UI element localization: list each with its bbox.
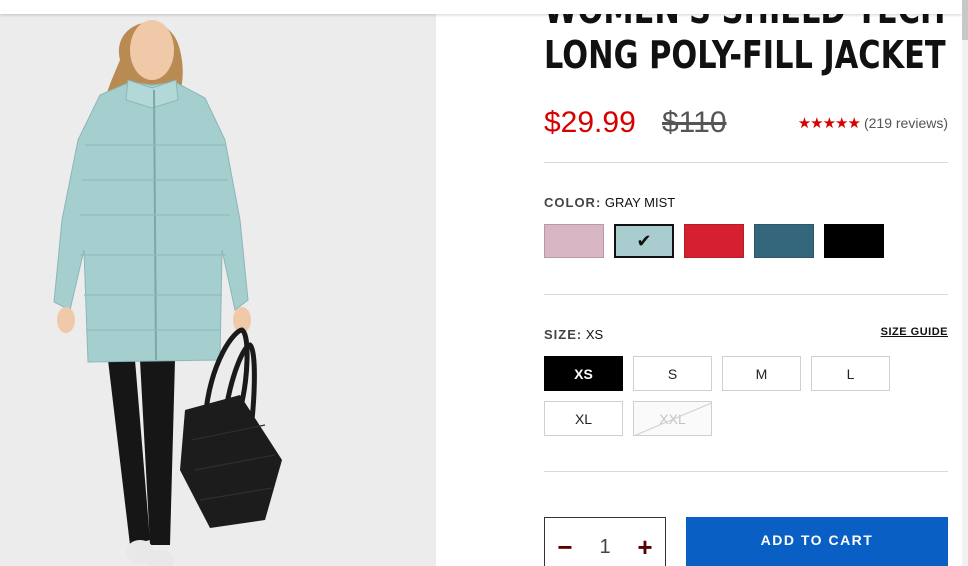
size-value: XS — [585, 327, 604, 342]
size-option-xxl-unavailable: XXL — [633, 401, 712, 436]
product-page: WOMEN'S SHIELD TECH LONG POLY-FILL JACKE… — [0, 0, 968, 566]
increase-quantity-button[interactable]: + — [637, 534, 653, 560]
size-option-xs[interactable]: XS — [544, 356, 623, 391]
divider — [544, 471, 948, 472]
unavailable-strike — [634, 402, 711, 435]
star-rating-icon: ★★★★★ — [797, 115, 861, 132]
size-option-l[interactable]: L — [811, 356, 890, 391]
add-to-cart-button[interactable]: ADD TO CART — [686, 517, 948, 566]
swatch-black[interactable] — [824, 224, 884, 258]
color-swatches: ✔ — [544, 224, 884, 258]
scrollbar-thumb[interactable] — [962, 0, 968, 40]
color-label-row: COLOR: GRAY MIST — [544, 195, 675, 210]
divider — [544, 294, 948, 295]
product-info: WOMEN'S SHIELD TECH LONG POLY-FILL JACKE… — [544, 0, 948, 566]
scrollbar[interactable] — [962, 0, 968, 566]
swatch-red[interactable] — [684, 224, 744, 258]
decrease-quantity-button[interactable]: − — [557, 534, 573, 560]
original-price: $110 — [662, 106, 727, 139]
checkmark-icon: ✔ — [636, 230, 652, 251]
size-option-m[interactable]: M — [722, 356, 801, 391]
quantity-value[interactable]: 1 — [599, 536, 610, 559]
product-photo — [0, 0, 436, 566]
product-title-line-2: LONG POLY-FILL JACKET — [544, 33, 946, 77]
quantity-stepper: − 1 + — [544, 517, 666, 566]
color-label: COLOR: — [544, 195, 602, 210]
size-option-xl[interactable]: XL — [544, 401, 623, 436]
swatch-gray-mist[interactable]: ✔ — [614, 224, 674, 258]
size-guide-link[interactable]: SIZE GUIDE — [881, 326, 948, 338]
rating[interactable]: ★★★★★ (219 reviews) — [798, 114, 948, 132]
sticky-header — [0, 0, 962, 14]
swatch-teal[interactable] — [754, 224, 814, 258]
divider — [544, 162, 948, 163]
swatch-pink[interactable] — [544, 224, 604, 258]
size-option-s[interactable]: S — [633, 356, 712, 391]
review-count-link[interactable]: (219 reviews) — [864, 115, 948, 131]
product-image[interactable] — [0, 0, 436, 566]
color-value: GRAY MIST — [604, 195, 676, 210]
sale-price: $29.99 — [544, 106, 636, 139]
size-label: SIZE: — [544, 327, 583, 342]
price-row: $29.99 $110 ★★★★★ (219 reviews) — [544, 106, 948, 146]
size-label-row: SIZE: XS — [544, 327, 603, 342]
